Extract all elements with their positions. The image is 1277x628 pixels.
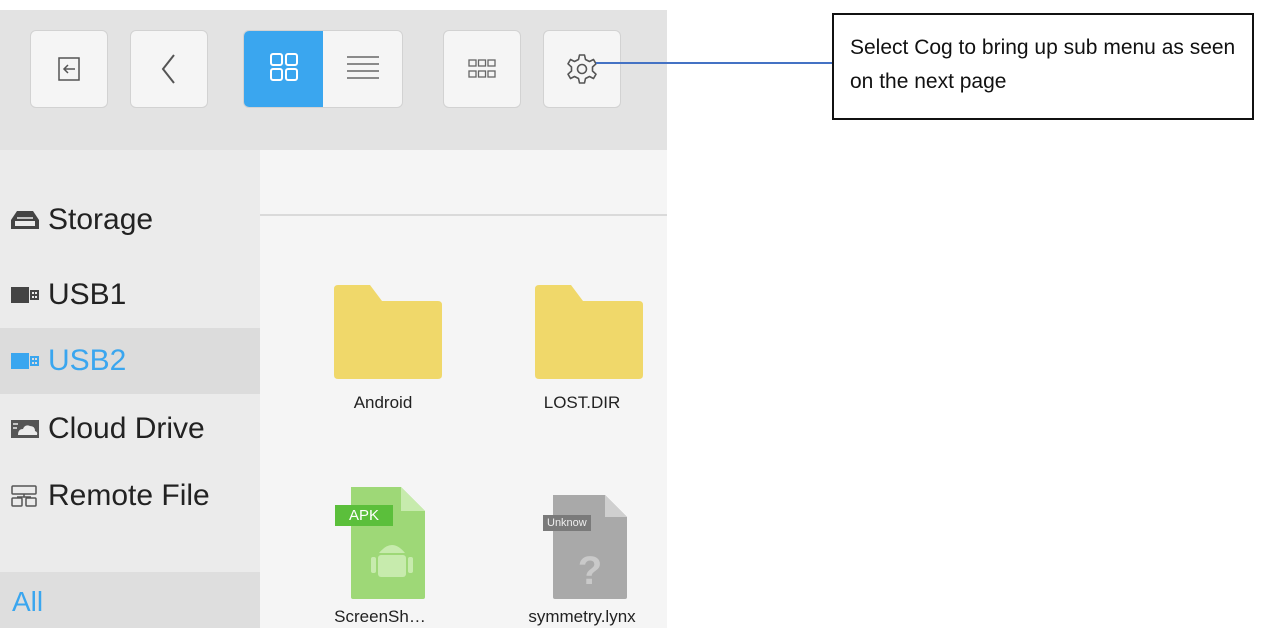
storage-drive-icon xyxy=(10,209,44,231)
list-view-icon xyxy=(345,54,381,85)
file-item-unknown[interactable]: ? Unknow symmetry.lynx xyxy=(507,487,657,628)
callout-connector-line xyxy=(596,62,832,64)
sidebar-item-label: Storage xyxy=(48,203,154,236)
cloud-drive-icon xyxy=(10,418,44,440)
usb-icon xyxy=(10,351,44,371)
view-mode-toggle xyxy=(243,30,403,108)
file-item-apk[interactable]: APK ScreenSh…Pro.apk xyxy=(305,487,455,628)
file-name: symmetry.lynx xyxy=(528,607,636,626)
back-button[interactable] xyxy=(130,30,208,108)
sidebar: Storage USB1 USB2 Cloud Drive Remote Fil… xyxy=(0,150,260,628)
file-item-folder[interactable]: Android xyxy=(308,285,458,415)
file-manager-app: Storage USB1 USB2 Cloud Drive Remote Fil… xyxy=(0,10,667,628)
unknown-badge: Unknow xyxy=(543,515,591,531)
file-name: ScreenSh…Pro.apk xyxy=(334,607,426,628)
sidebar-item-storage[interactable]: Storage xyxy=(0,187,260,253)
remote-file-icon xyxy=(10,484,44,508)
settings-cog-button[interactable] xyxy=(543,30,621,108)
sidebar-item-usb1[interactable]: USB1 xyxy=(0,262,260,328)
list-view-button[interactable] xyxy=(323,31,402,107)
toolbar xyxy=(0,10,667,150)
exit-icon xyxy=(55,55,83,83)
thumbnail-view-icon xyxy=(468,58,496,80)
back-icon xyxy=(158,52,180,86)
folder-icon xyxy=(535,285,643,384)
file-item-folder[interactable]: LOST.DIR xyxy=(507,285,657,415)
sidebar-item-cloud-drive[interactable]: Cloud Drive xyxy=(0,396,260,462)
callout-text: Select Cog to bring up sub menu as seen … xyxy=(850,36,1236,93)
grid-view-button[interactable] xyxy=(244,31,323,107)
unknown-file-icon: ? Unknow xyxy=(537,487,637,599)
svg-text:?: ? xyxy=(578,549,602,593)
thumbnail-view-button[interactable] xyxy=(443,30,521,108)
filter-all-label: All xyxy=(12,586,44,617)
sidebar-item-remote-file[interactable]: Remote File xyxy=(0,463,260,529)
folder-icon xyxy=(334,285,442,384)
annotation-callout: Select Cog to bring up sub menu as seen … xyxy=(832,13,1254,120)
sidebar-item-usb2[interactable]: USB2 xyxy=(0,328,260,394)
apk-file-icon: APK xyxy=(335,487,435,599)
path-bar xyxy=(260,150,667,216)
file-area: Android LOST.DIR APK ScreenSh… ? Unknow … xyxy=(260,150,667,628)
exit-button[interactable] xyxy=(30,30,108,108)
settings-cog-icon xyxy=(565,52,599,86)
apk-badge: APK xyxy=(335,505,394,526)
file-name: Android xyxy=(353,393,413,412)
sidebar-item-label: USB1 xyxy=(48,278,127,311)
sidebar-item-label: USB2 xyxy=(48,344,127,377)
file-name: LOST.DIR xyxy=(543,393,621,412)
sidebar-item-label: Remote File xyxy=(48,479,210,512)
usb-icon xyxy=(10,285,44,305)
grid-view-icon xyxy=(268,51,300,88)
sidebar-item-label: Cloud Drive xyxy=(48,412,205,445)
filter-all-tab[interactable]: All xyxy=(0,572,260,628)
